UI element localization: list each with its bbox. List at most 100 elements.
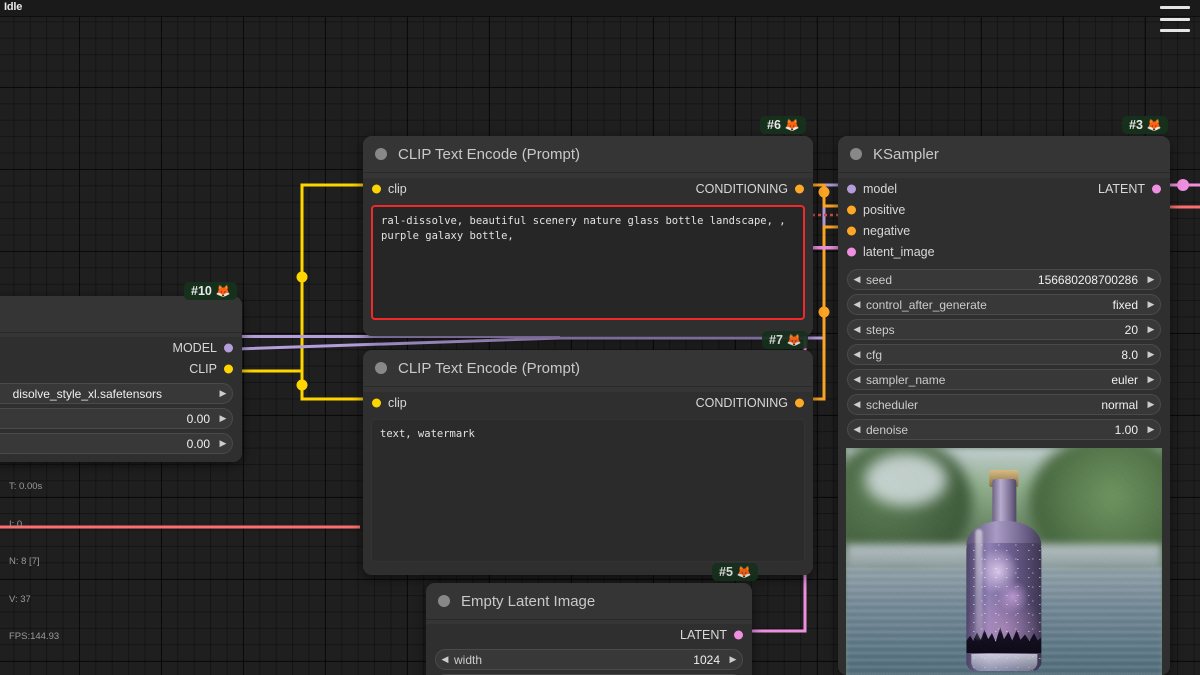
slot-label-clip-in: clip (388, 181, 407, 196)
fox-icon: 🦊 (784, 118, 800, 132)
stat-iterations: I: 0 (9, 518, 23, 530)
prompt-textarea-negative[interactable]: text, watermark (371, 419, 805, 562)
slot-dot-negative-in[interactable] (847, 226, 856, 235)
chevron-right-icon[interactable]: ▶ (1142, 274, 1160, 285)
node-badge-lora[interactable]: #10 🦊 (184, 282, 237, 300)
chevron-left-icon[interactable]: ◀ (848, 274, 866, 285)
widget-strength-clip[interactable]: clip 0.00 ▶ (0, 433, 233, 454)
chevron-left-icon[interactable]: ◀ (436, 654, 454, 665)
menu-bar-1 (1160, 6, 1190, 9)
collapse-dot-icon[interactable] (375, 148, 387, 160)
widget-control-after-generate[interactable]: ◀ control_after_generate fixed ▶ (847, 294, 1161, 315)
widget-label-scheduler: scheduler (866, 397, 919, 412)
node-clip-text-encode-positive[interactable]: CLIP Text Encode (Prompt) clip CONDITION… (363, 136, 813, 336)
slot-row-clip-negative[interactable]: clip CONDITIONING (363, 392, 813, 413)
widget-value-cfg: 8.0 (1121, 347, 1138, 362)
widget-strength-model[interactable]: model 0.00 ▶ (0, 408, 233, 429)
chevron-right-icon[interactable]: ▶ (1142, 424, 1160, 435)
widget-value-strength-model: 0.00 (186, 411, 210, 426)
menu-bar-3 (1160, 29, 1190, 32)
collapse-dot-icon[interactable] (850, 148, 862, 160)
widget-value-control-after-generate: fixed (1112, 297, 1138, 312)
slot-dot-model[interactable] (224, 343, 233, 352)
preview-bottle-base (970, 654, 1037, 672)
slot-row-latent-image[interactable]: latent_image (838, 241, 1170, 262)
chevron-left-icon[interactable]: ◀ (848, 349, 866, 360)
node-body-ksampler: model LATENT positive negative latent_im… (838, 178, 1170, 675)
slot-out-latent[interactable]: LATENT (426, 624, 752, 645)
collapse-dot-icon[interactable] (438, 595, 450, 607)
widget-value-steps: 20 (1124, 322, 1138, 337)
slot-dot-clip[interactable] (224, 364, 233, 373)
chevron-left-icon[interactable]: ◀ (848, 374, 866, 385)
slot-dot-clip-in[interactable] (372, 398, 381, 407)
widget-cfg[interactable]: ◀ cfg 8.0 ▶ (847, 344, 1161, 365)
widget-width[interactable]: ◀ width 1024 ▶ (435, 649, 743, 670)
chevron-right-icon[interactable]: ▶ (214, 438, 232, 449)
widget-value-width: 1024 (693, 652, 720, 667)
preview-sky-glow (864, 452, 948, 506)
slot-out-clip[interactable]: CLIP (0, 358, 242, 379)
queue-status-text: Idle (4, 1, 23, 13)
node-preview-image[interactable] (846, 448, 1162, 675)
widget-seed[interactable]: ◀ seed 156680208700286 ▶ (847, 269, 1161, 290)
slot-dot-clip-in[interactable] (372, 184, 381, 193)
chevron-right-icon[interactable]: ▶ (214, 388, 232, 399)
slot-dot-positive-in[interactable] (847, 205, 856, 214)
chevron-right-icon[interactable]: ▶ (1142, 324, 1160, 335)
node-clip-text-encode-negative[interactable]: CLIP Text Encode (Prompt) clip CONDITION… (363, 350, 813, 575)
node-badge-clip-negative[interactable]: #7 🦊 (762, 331, 808, 349)
node-title-clip-negative: CLIP Text Encode (Prompt) (398, 359, 581, 377)
collapse-dot-icon[interactable] (375, 362, 387, 374)
fox-icon: 🦊 (786, 333, 802, 347)
slot-dot-latent-out[interactable] (734, 630, 743, 639)
slot-row-model[interactable]: model LATENT (838, 178, 1170, 199)
node-badge-id: #3 (1129, 118, 1143, 132)
hamburger-menu-icon[interactable] (1160, 6, 1190, 32)
chevron-right-icon[interactable]: ▶ (1142, 299, 1160, 310)
slot-label-model: MODEL (172, 340, 217, 355)
slot-row-positive[interactable]: positive (838, 199, 1170, 220)
node-header-empty-latent[interactable]: Empty Latent Image (426, 583, 752, 620)
widget-lora-name[interactable]: e disolve_style_xl.safetensors ▶ (0, 383, 233, 404)
fox-icon: 🦊 (215, 284, 231, 298)
node-header-lora[interactable]: RA (0, 296, 242, 333)
slot-dot-conditioning-out[interactable] (795, 398, 804, 407)
widget-scheduler[interactable]: ◀ scheduler normal ▶ (847, 394, 1161, 415)
node-lora-loader[interactable]: RA MODEL CLIP e disolve_style_xl.safeten… (0, 296, 242, 462)
chevron-right-icon[interactable]: ▶ (214, 413, 232, 424)
slot-out-model[interactable]: MODEL (0, 337, 242, 358)
widget-label-sampler-name: sampler_name (866, 372, 946, 387)
chevron-left-icon[interactable]: ◀ (848, 299, 866, 310)
chevron-right-icon[interactable]: ▶ (1142, 349, 1160, 360)
widget-denoise[interactable]: ◀ denoise 1.00 ▶ (847, 419, 1161, 440)
node-badge-empty-latent[interactable]: #5 🦊 (712, 563, 758, 581)
node-ksampler[interactable]: KSampler model LATENT positive negative … (838, 136, 1170, 675)
prompt-textarea-positive[interactable]: ral-dissolve, beautiful scenery nature g… (371, 205, 805, 320)
slot-dot-latent-image-in[interactable] (847, 247, 856, 256)
widget-steps[interactable]: ◀ steps 20 ▶ (847, 319, 1161, 340)
chevron-right-icon[interactable]: ▶ (724, 654, 742, 665)
node-title-clip-positive: CLIP Text Encode (Prompt) (398, 145, 581, 163)
widget-label-width: width (454, 652, 483, 667)
chevron-left-icon[interactable]: ◀ (848, 324, 866, 335)
slot-dot-latent-out[interactable] (1152, 184, 1161, 193)
slot-row-negative[interactable]: negative (838, 220, 1170, 241)
node-badge-clip-positive[interactable]: #6 🦊 (760, 116, 806, 134)
node-header-clip-positive[interactable]: CLIP Text Encode (Prompt) (363, 136, 813, 173)
node-badge-ksampler[interactable]: #3 🦊 (1122, 116, 1168, 134)
chevron-right-icon[interactable]: ▶ (1142, 399, 1160, 410)
node-badge-id: #5 (719, 565, 733, 579)
slot-dot-conditioning-out[interactable] (795, 184, 804, 193)
chevron-left-icon[interactable]: ◀ (848, 424, 866, 435)
chevron-left-icon[interactable]: ◀ (848, 399, 866, 410)
node-header-ksampler[interactable]: KSampler (838, 136, 1170, 173)
node-header-clip-negative[interactable]: CLIP Text Encode (Prompt) (363, 350, 813, 387)
slot-dot-model-in[interactable] (847, 184, 856, 193)
node-empty-latent-image[interactable]: Empty Latent Image LATENT ◀ width 1024 ▶… (426, 583, 752, 675)
slot-label-clip-in: clip (388, 395, 407, 410)
node-body-clip-negative: clip CONDITIONING text, watermark (363, 392, 813, 575)
slot-row-clip-positive[interactable]: clip CONDITIONING (363, 178, 813, 199)
widget-sampler-name[interactable]: ◀ sampler_name euler ▶ (847, 369, 1161, 390)
chevron-right-icon[interactable]: ▶ (1142, 374, 1160, 385)
